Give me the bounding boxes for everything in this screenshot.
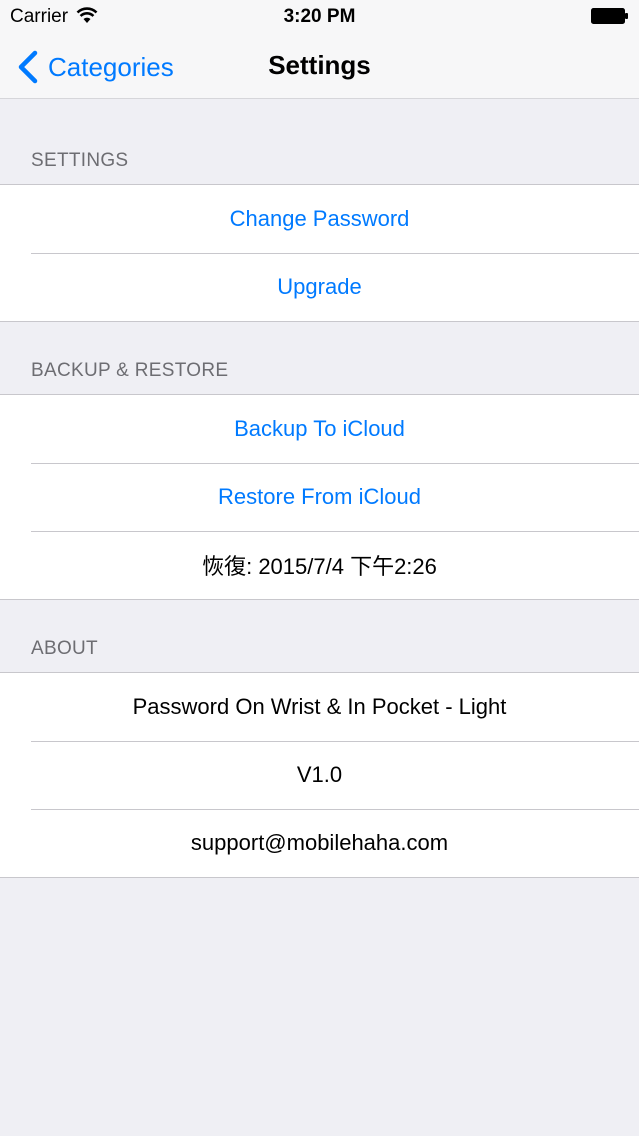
section-header-backup-restore: BACKUP & RESTORE	[31, 360, 229, 381]
status-bar: Carrier 3:20 PM	[0, 0, 639, 34]
support-email-cell[interactable]: support@mobilehaha.com	[0, 809, 639, 877]
backup-restore-group: Backup To iCloud Restore From iCloud 恢復:…	[0, 394, 639, 600]
settings-group: Change Password Upgrade	[0, 184, 639, 322]
last-restore-info: 恢復: 2015/7/4 下午2:26	[0, 531, 639, 599]
section-header-about: ABOUT	[31, 638, 98, 659]
about-group: Password On Wrist & In Pocket - Light V1…	[0, 672, 639, 878]
restore-from-icloud-button[interactable]: Restore From iCloud	[0, 463, 639, 531]
battery-icon	[591, 8, 628, 24]
navigation-bar: Categories Settings	[0, 34, 639, 98]
backup-to-icloud-button[interactable]: Backup To iCloud	[0, 395, 639, 463]
change-password-button[interactable]: Change Password	[0, 185, 639, 253]
status-time: 3:20 PM	[283, 6, 356, 27]
app-name-cell: Password On Wrist & In Pocket - Light	[132, 694, 507, 719]
section-header-settings: SETTINGS	[31, 150, 129, 171]
app-version-cell: V1.0	[0, 741, 639, 809]
top-bar: Carrier 3:20 PM Categories Settings	[0, 0, 639, 99]
page-title: Settings	[268, 50, 371, 80]
upgrade-button[interactable]: Upgrade	[0, 253, 639, 321]
